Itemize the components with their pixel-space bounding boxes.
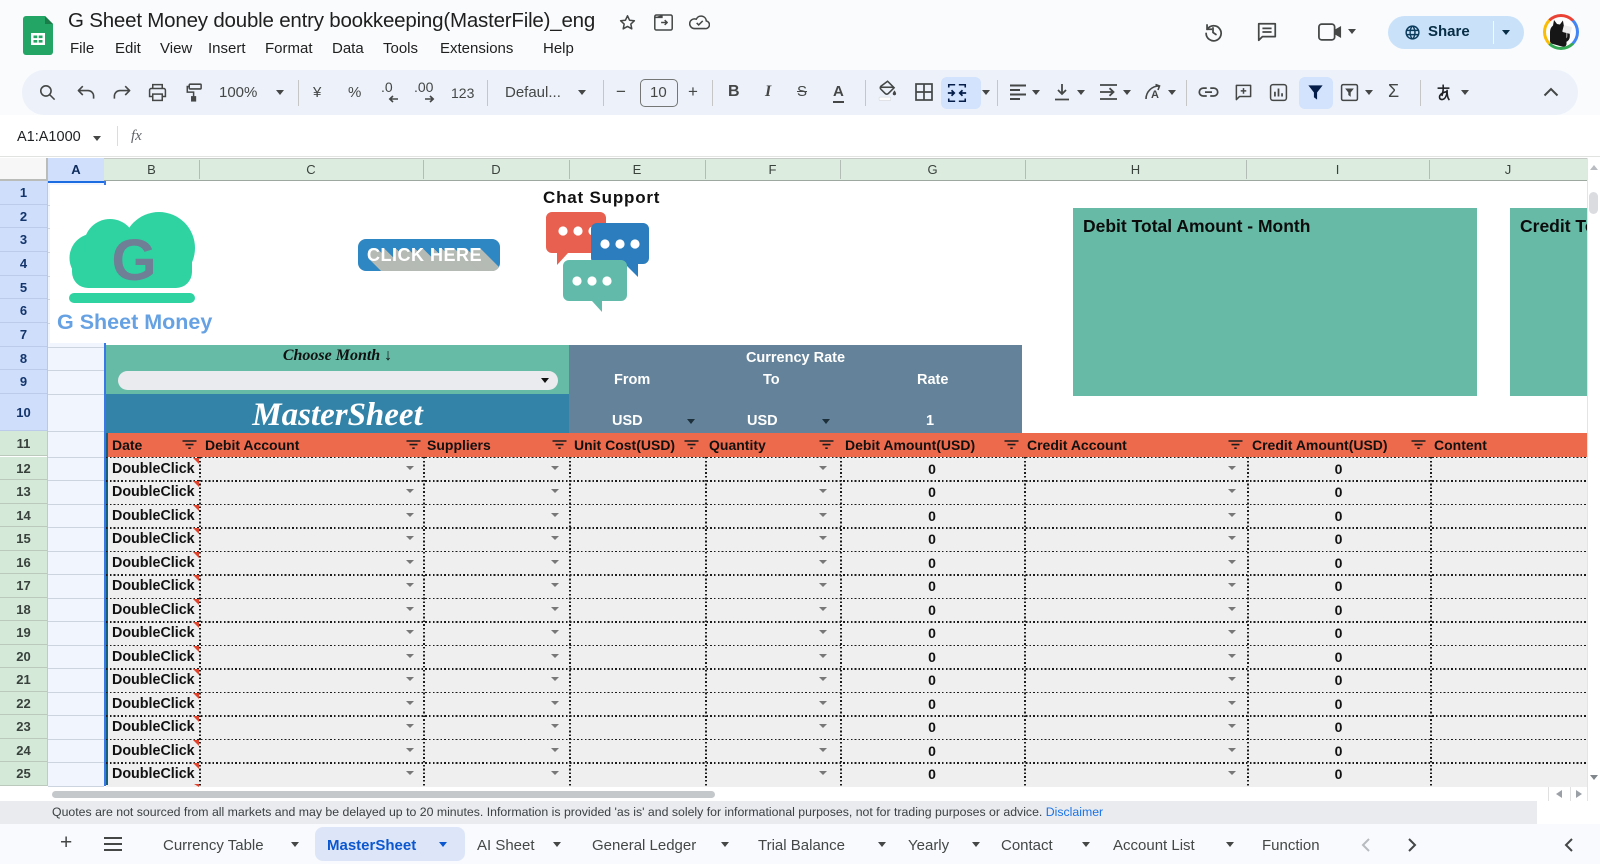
- svg-text:A: A: [1151, 89, 1159, 101]
- svg-text:G: G: [111, 228, 156, 293]
